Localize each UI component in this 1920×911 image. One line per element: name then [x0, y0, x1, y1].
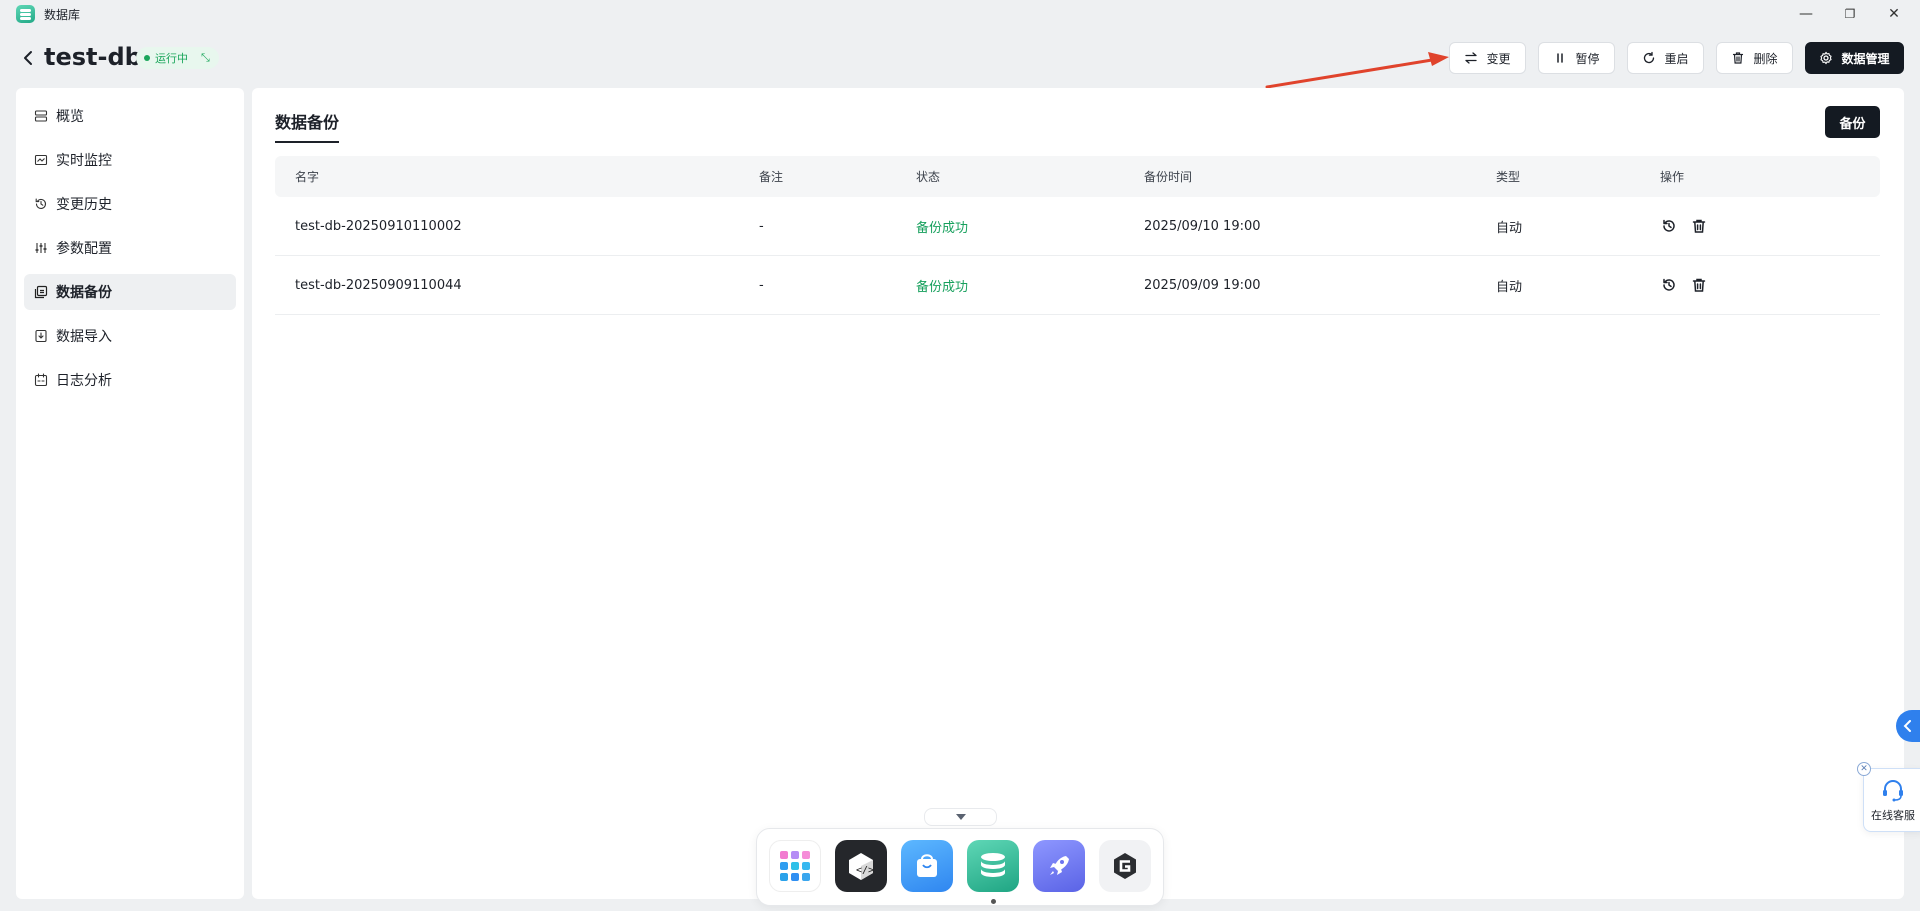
svg-text:</>: </>	[856, 865, 874, 876]
loading-icon: ⤡	[201, 51, 210, 64]
table-header: 名字 备注 状态 备份时间 类型 操作	[275, 156, 1880, 197]
sidebar-item-label: 参数配置	[56, 241, 112, 257]
minimize-button[interactable]: —	[1792, 2, 1820, 26]
sidebar-item-label: 实时监控	[56, 153, 112, 169]
dock-running-indicator	[991, 899, 996, 904]
restore-button[interactable]: ❐	[1836, 2, 1864, 26]
import-icon	[35, 329, 47, 343]
status-text: 运行中	[155, 52, 188, 65]
backup-status: 备份成功	[916, 220, 969, 236]
monitor-icon	[34, 154, 48, 166]
calendar-icon	[34, 373, 48, 387]
backup-note: -	[759, 218, 764, 234]
sidebar-item-logs[interactable]: 日志分析	[24, 362, 236, 398]
column-header-ops: 操作	[1660, 170, 1685, 184]
table-row: test-db-20250909110044 - 备份成功 2025/09/09…	[275, 256, 1880, 315]
sidebar-item-label: 变更历史	[56, 197, 112, 213]
backup-name: test-db-20250910110002	[295, 218, 462, 234]
backup-time: 2025/09/10 19:00	[1144, 218, 1261, 234]
backup-type: 自动	[1496, 220, 1523, 236]
history-icon	[35, 198, 47, 210]
status-dot-icon	[144, 55, 150, 61]
dock-toggle[interactable]	[924, 808, 997, 826]
restart-button-label: 重启	[1664, 51, 1689, 66]
backup-button[interactable]: 备份	[1825, 106, 1880, 138]
backup-icon	[34, 285, 48, 299]
restart-icon	[1644, 51, 1655, 64]
expand-panel-button[interactable]	[1896, 710, 1920, 742]
sidebar-item-label: 日志分析	[56, 373, 112, 389]
code-editor-icon[interactable]: </>	[835, 840, 887, 892]
main-panel: 数据备份 备份 名字 备注 状态 备份时间 类型 操作 test-db-2025…	[252, 88, 1904, 899]
online-support-label: 在线客服	[1871, 809, 1915, 822]
sidebar-item-label: 概览	[56, 109, 84, 125]
restore-icon[interactable]	[1660, 276, 1678, 294]
chevron-left-icon	[24, 51, 32, 65]
trash-icon[interactable]	[1690, 276, 1708, 294]
column-header-name: 名字	[295, 170, 320, 184]
chevron-left-icon	[1903, 720, 1911, 732]
rocket-icon[interactable]	[1033, 840, 1085, 892]
close-button[interactable]: ✕	[1880, 2, 1908, 26]
pause-button-label: 暂停	[1575, 51, 1600, 66]
dock: </>	[756, 828, 1164, 906]
database-app-icon	[16, 5, 35, 23]
change-button-label: 变更	[1486, 51, 1511, 66]
pause-button[interactable]: 暂停	[1538, 42, 1615, 74]
trash-icon	[1733, 52, 1744, 64]
back-button[interactable]	[18, 46, 38, 70]
app-title: 数据库	[44, 8, 81, 22]
online-support-widget[interactable]: 在线客服	[1863, 768, 1920, 832]
backup-note: -	[759, 277, 764, 293]
column-header-time: 备份时间	[1144, 170, 1193, 184]
trash-icon[interactable]	[1690, 217, 1708, 235]
gear-icon	[1820, 51, 1833, 65]
page-title: test-db	[44, 43, 142, 71]
sidebar-item-params[interactable]: 参数配置	[24, 230, 236, 266]
server-icon	[34, 110, 48, 122]
data-manage-button-label: 数据管理	[1841, 51, 1890, 66]
database-app-icon[interactable]	[967, 840, 1019, 892]
data-manage-button[interactable]: 数据管理	[1805, 42, 1904, 74]
row-actions	[1660, 256, 1708, 314]
sidebar-item-label: 数据备份	[56, 285, 112, 301]
swap-icon	[1465, 52, 1478, 64]
close-icon[interactable]: ✕	[1857, 762, 1871, 776]
sidebar-item-monitor[interactable]: 实时监控	[24, 142, 236, 178]
restart-button[interactable]: 重启	[1627, 42, 1704, 74]
tab-backup[interactable]: 数据备份	[275, 109, 340, 143]
backup-time: 2025/09/09 19:00	[1144, 277, 1261, 293]
backup-name: test-db-20250909110044	[295, 277, 462, 293]
row-actions	[1660, 197, 1708, 255]
sidebar-item-overview[interactable]: 概览	[24, 98, 236, 134]
g-app-icon[interactable]	[1099, 840, 1151, 892]
headset-icon	[1883, 780, 1903, 802]
backup-status: 备份成功	[916, 279, 969, 295]
sidebar: 概览 实时监控 变更历史 参数配置 数据备份 数据导入 日志分析	[16, 88, 244, 899]
sliders-icon	[35, 243, 47, 253]
delete-button-label: 删除	[1753, 51, 1778, 66]
caret-down-icon	[955, 814, 966, 820]
delete-button[interactable]: 删除	[1716, 42, 1793, 74]
sidebar-item-import[interactable]: 数据导入	[24, 318, 236, 354]
restore-icon[interactable]	[1660, 217, 1678, 235]
sidebar-item-history[interactable]: 变更历史	[24, 186, 236, 222]
backup-type: 自动	[1496, 279, 1523, 295]
column-header-type: 类型	[1496, 170, 1521, 184]
backup-table: 名字 备注 状态 备份时间 类型 操作 test-db-202509101100…	[275, 156, 1880, 315]
title-bar: 数据库 — ❐ ✕	[0, 0, 1920, 28]
change-button[interactable]: 变更	[1449, 42, 1526, 74]
sidebar-item-label: 数据导入	[56, 329, 112, 345]
status-badge: 运行中 ⤡	[136, 47, 219, 69]
column-header-note: 备注	[759, 170, 784, 184]
app-store-icon[interactable]	[901, 840, 953, 892]
app-launcher-icon[interactable]	[769, 840, 821, 892]
pause-icon	[1557, 53, 1564, 63]
column-header-status: 状态	[916, 170, 941, 184]
sidebar-item-backup[interactable]: 数据备份	[24, 274, 236, 310]
table-row: test-db-20250910110002 - 备份成功 2025/09/10…	[275, 197, 1880, 256]
